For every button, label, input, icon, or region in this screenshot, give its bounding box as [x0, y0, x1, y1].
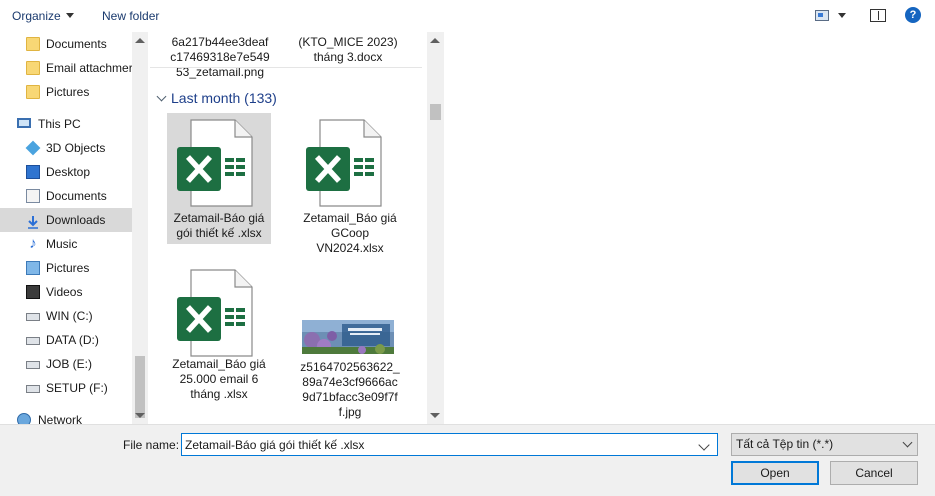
nav-item-label: 3D Objects: [46, 141, 106, 155]
file-name: Zetamail-Báo giá gói thiết kế .xlsx: [173, 211, 265, 240]
nav-item-downloads[interactable]: Downloads: [0, 208, 132, 232]
nav-item-pictures-quick[interactable]: Pictures: [0, 80, 132, 104]
toolbar: Organize New folder ?: [0, 0, 935, 32]
dialog-footer: File name: Zetamail-Báo giá gói thiết kế…: [0, 424, 935, 496]
file-type-select[interactable]: Tất cả Tệp tin (*.*): [731, 433, 918, 456]
preview-pane-icon[interactable]: [870, 9, 886, 22]
organize-button[interactable]: Organize: [12, 8, 74, 24]
nav-item-label: Desktop: [46, 165, 91, 179]
nav-item-drive-e[interactable]: JOB (E:): [0, 352, 132, 376]
file-list: 6a217b44ee3deaf c17469318e7e549 53_zetam…: [148, 32, 427, 424]
change-view-icon[interactable]: [815, 10, 829, 21]
open-button[interactable]: Open: [731, 461, 819, 485]
group-header[interactable]: Last month (133): [156, 88, 277, 108]
excel-file-icon: [177, 119, 253, 207]
chevron-down-icon: [65, 13, 74, 18]
file-name[interactable]: 6a217b44ee3deaf c17469318e7e549 53_zetam…: [166, 35, 274, 80]
scroll-up-arrow-icon[interactable]: [135, 38, 145, 43]
download-arrow-icon: [26, 213, 40, 229]
nav-item-this-pc[interactable]: This PC: [0, 112, 132, 136]
file-tile[interactable]: z5164702563622_ 89a74e3cf9666ac 9d71bfac…: [298, 317, 402, 422]
cube-icon: [25, 140, 41, 156]
nav-item-drive-c[interactable]: WIN (C:): [0, 304, 132, 328]
file-name: Zetamail_Báo giá GCoop VN2024.xlsx: [303, 211, 397, 255]
pictures-icon: [26, 261, 40, 275]
nav-item-documents-quick[interactable]: Documents: [0, 32, 132, 56]
drive-icon: [26, 361, 40, 369]
nav-item-3d-objects[interactable]: 3D Objects: [0, 136, 132, 160]
nav-item-documents[interactable]: Documents: [0, 184, 132, 208]
computer-icon: [17, 118, 31, 128]
help-icon[interactable]: ?: [905, 7, 921, 23]
film-icon: [26, 285, 40, 299]
documents-icon: [26, 189, 40, 203]
nav-item-label: This PC: [38, 117, 81, 131]
nav-item-email-attachments[interactable]: Email attachmer: [0, 56, 132, 80]
nav-item-drive-d[interactable]: DATA (D:): [0, 328, 132, 352]
file-tile[interactable]: Zetamail-Báo giá gói thiết kế .xlsx: [167, 113, 271, 244]
nav-item-videos[interactable]: Videos: [0, 280, 132, 304]
file-name: Zetamail_Báo giá 25.000 email 6 tháng .x…: [172, 357, 266, 401]
music-note-icon: ♪: [29, 235, 37, 252]
navigation-pane: Documents Email attachmer Pictures This …: [0, 32, 148, 424]
nav-item-pictures[interactable]: Pictures: [0, 256, 132, 280]
file-tile[interactable]: Zetamail_Báo giá 25.000 email 6 tháng .x…: [167, 267, 271, 407]
excel-file-icon: [306, 119, 382, 207]
scroll-down-arrow-icon[interactable]: [135, 413, 145, 418]
scroll-up-arrow-icon[interactable]: [430, 38, 440, 43]
folder-icon: [26, 61, 40, 75]
drive-icon: [26, 313, 40, 321]
nav-item-label: Documents: [46, 189, 107, 203]
group-divider: [150, 67, 422, 68]
nav-item-label: SETUP (F:): [46, 381, 108, 395]
folder-icon: [26, 85, 40, 99]
nav-item-label: Documents: [46, 37, 107, 51]
file-name: z5164702563622_ 89a74e3cf9666ac 9d71bfac…: [300, 360, 400, 419]
scrollbar-thumb[interactable]: [430, 104, 441, 120]
navigation-scrollbar[interactable]: [132, 32, 148, 424]
file-name-label: File name:: [123, 438, 180, 452]
cancel-button[interactable]: Cancel: [830, 461, 918, 485]
drive-icon: [26, 385, 40, 393]
nav-item-label: Music: [46, 237, 78, 251]
desktop-icon: [26, 165, 40, 179]
nav-item-label: Email attachmer: [46, 61, 132, 75]
excel-file-icon: [177, 269, 253, 357]
image-thumbnail: [302, 320, 394, 354]
folder-icon: [26, 37, 40, 51]
nav-item-label: Pictures: [46, 85, 90, 99]
group-header-label: Last month (133): [171, 90, 277, 106]
new-folder-button[interactable]: New folder: [102, 8, 159, 24]
nav-item-label: Network: [38, 413, 83, 424]
network-icon: [17, 413, 31, 424]
nav-item-drive-f[interactable]: SETUP (F:): [0, 376, 132, 400]
drive-icon: [26, 337, 40, 345]
nav-item-music[interactable]: ♪ Music: [0, 232, 132, 256]
file-name-input[interactable]: Zetamail-Báo giá gói thiết kế .xlsx: [181, 433, 718, 456]
nav-item-network[interactable]: Network: [0, 408, 132, 424]
nav-item-label: DATA (D:): [46, 333, 99, 347]
collapse-chevron-icon[interactable]: [156, 91, 167, 102]
content-scrollbar[interactable]: [427, 32, 444, 424]
nav-item-label: Pictures: [46, 261, 90, 275]
nav-item-desktop[interactable]: Desktop: [0, 160, 132, 184]
nav-item-label: Videos: [46, 285, 83, 299]
organize-label: Organize: [12, 9, 61, 23]
view-options-chevron-icon[interactable]: [838, 13, 846, 18]
nav-item-label: Downloads: [46, 213, 106, 227]
scrollbar-thumb[interactable]: [135, 356, 145, 418]
nav-item-label: JOB (E:): [46, 357, 93, 371]
nav-item-label: WIN (C:): [46, 309, 93, 323]
scroll-down-arrow-icon[interactable]: [430, 413, 440, 418]
file-name[interactable]: (KTO_MICE 2023) tháng 3.docx: [294, 35, 402, 65]
file-tile[interactable]: Zetamail_Báo giá GCoop VN2024.xlsx: [298, 113, 402, 263]
